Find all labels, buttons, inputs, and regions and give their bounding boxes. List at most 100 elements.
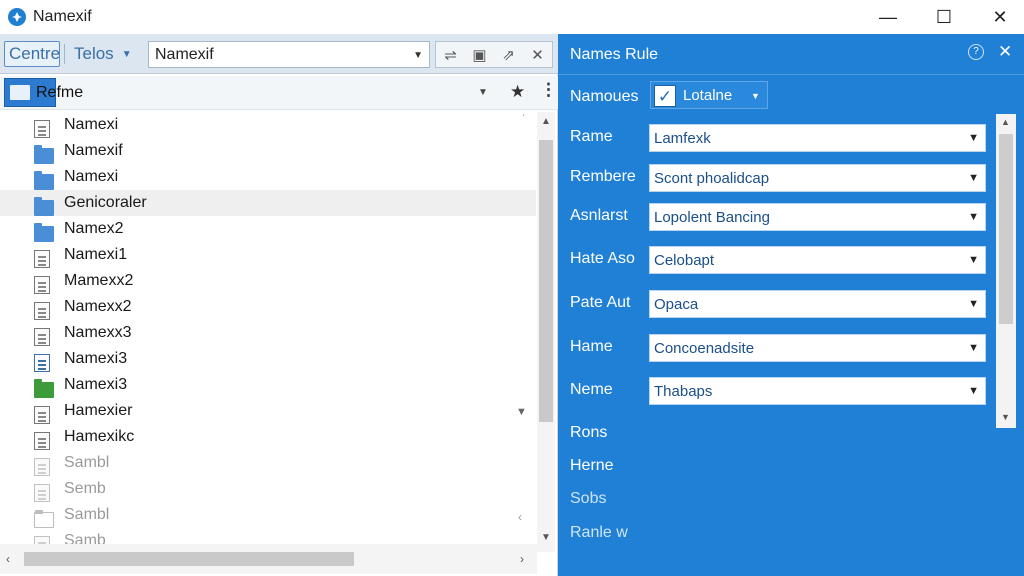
rule-field-label: Asnlarst <box>570 207 628 224</box>
file-name: Mamexx2 <box>64 272 134 289</box>
file-list: Namexi Namexif Namexi Genicoraler Namex2 Name… <box>0 112 536 552</box>
namoues-label: Namoues <box>570 88 639 105</box>
rule-field-select[interactable]: Concoenadsite ▼ <box>649 334 986 362</box>
file-name: Namexi <box>64 116 119 133</box>
chevron-down-icon: ▼ <box>968 211 979 223</box>
file-name: Semb <box>64 480 106 497</box>
centre-button[interactable]: Centre <box>4 41 60 67</box>
document-icon <box>34 328 50 346</box>
file-browser-pane: Centre Telos ▼ Namexif ▼ ⇌ ▣ ⇗ ✕ Refme ▼… <box>0 34 558 576</box>
scroll-up-icon[interactable]: ▲ <box>1001 117 1010 127</box>
file-name: Namexi1 <box>64 246 128 263</box>
file-list-item[interactable]: Namexi <box>0 112 536 138</box>
file-list-item[interactable]: Genicoraler <box>0 190 536 216</box>
file-list-item[interactable]: Sambl <box>0 502 536 528</box>
folder-header: Refme ▼ ★ ⋮ <box>0 76 558 110</box>
file-name: Namexi3 <box>64 376 128 393</box>
scroll-right-icon[interactable]: › <box>520 552 524 566</box>
file-list-item[interactable]: Sambl <box>0 450 536 476</box>
document-icon <box>34 406 50 424</box>
scrollbar-thumb[interactable] <box>539 140 553 422</box>
star-icon[interactable]: ★ <box>510 82 525 102</box>
file-list-item[interactable]: Namexi1 <box>0 242 536 268</box>
namoues-checkbox[interactable]: ✓ <box>654 85 676 107</box>
minimize-button[interactable]: — <box>860 0 916 34</box>
rule-field-label: Hame <box>570 338 613 355</box>
browser-toolbar: Centre Telos ▼ Namexif ▼ ⇌ ▣ ⇗ ✕ <box>0 34 558 74</box>
file-list-item[interactable]: Namexif <box>0 138 536 164</box>
telos-menu-button[interactable]: Telos ▼ <box>74 41 138 67</box>
file-list-item[interactable]: Namexi <box>0 164 536 190</box>
scroll-down-icon[interactable]: ▼ <box>541 532 551 543</box>
rule-field-label: Rame <box>570 128 613 145</box>
file-list-vertical-scrollbar[interactable]: ▲ ▼ <box>537 112 555 552</box>
scroll-down-icon[interactable]: ▼ <box>1001 412 1010 422</box>
rule-field-value: Opaca <box>654 296 699 313</box>
help-icon[interactable]: ? <box>968 44 984 60</box>
file-name: Namexi3 <box>64 350 128 367</box>
chevron-down-icon[interactable]: ▼ <box>516 406 527 418</box>
scroll-up-icon[interactable]: ▲ <box>541 116 551 127</box>
rule-field-select[interactable]: Scont phoalidcap ▼ <box>649 164 986 192</box>
scroll-left-icon[interactable]: ‹ <box>6 552 10 566</box>
file-name: Namexx3 <box>64 324 132 341</box>
chevron-down-icon: ▼ <box>968 342 979 354</box>
path-combobox[interactable]: Namexif ▼ <box>148 41 430 68</box>
panel-divider <box>558 74 1024 75</box>
file-name: Sambl <box>64 454 110 471</box>
close-icon[interactable]: ✕ <box>523 46 552 64</box>
current-folder-label: Refme <box>36 84 84 101</box>
file-name: Hamexikc <box>64 428 135 445</box>
rule-panel-scrollbar[interactable]: ▲ ▼ <box>996 114 1016 428</box>
sort-icon[interactable]: ⇌ <box>436 46 465 64</box>
rule-field-select[interactable]: Thabaps ▼ <box>649 377 986 405</box>
file-list-item[interactable]: Namexx2 <box>0 294 536 320</box>
chevron-down-icon: ▼ <box>968 298 979 310</box>
rule-field-select[interactable]: Celobapt ▼ <box>649 246 986 274</box>
chevron-down-icon[interactable]: ▼ <box>478 87 488 98</box>
namoues-dropdown[interactable]: ✓ Lotalne ▼ <box>650 81 768 109</box>
rule-field-label: Hate Aso <box>570 250 635 267</box>
document-icon <box>34 354 50 372</box>
chevron-down-icon: ▼ <box>968 132 979 144</box>
folder-icon <box>34 144 54 164</box>
folder-icon <box>34 196 54 216</box>
file-list-item[interactable]: Namexi3 <box>0 346 536 372</box>
file-list-item[interactable]: Namexx3 <box>0 320 536 346</box>
file-list-item[interactable]: Semb <box>0 476 536 502</box>
more-options-icon[interactable]: ⋮ <box>540 80 557 100</box>
rons-label: Rons <box>570 424 608 441</box>
share-icon[interactable]: ⇗ <box>494 46 523 64</box>
folder-icon <box>10 85 30 100</box>
file-list-item[interactable]: Hamexikc <box>0 424 536 450</box>
file-list-item[interactable]: Mamexx2 <box>0 268 536 294</box>
file-name: Namex2 <box>64 220 124 237</box>
rule-field-value: Lamfexk <box>654 130 711 147</box>
telos-label: Telos <box>74 44 114 63</box>
view-icon[interactable]: ▣ <box>465 46 494 64</box>
rule-field-select[interactable]: Lopolent Bancing ▼ <box>649 203 986 231</box>
rule-field-value: Thabaps <box>654 383 713 400</box>
ranle-label: Ranle w <box>570 524 628 541</box>
file-list-horizontal-scrollbar[interactable]: ‹ › <box>0 544 537 574</box>
title-bar: Namexif — ☐ ✕ <box>0 0 1024 34</box>
file-list-item[interactable]: Hamexier <box>0 398 536 424</box>
file-name: Hamexier <box>64 402 133 419</box>
file-list-item[interactable]: Namex2 <box>0 216 536 242</box>
close-panel-icon[interactable]: ✕ <box>998 42 1012 62</box>
maximize-button[interactable]: ☐ <box>916 0 972 34</box>
scrollbar-thumb[interactable] <box>24 552 354 566</box>
path-value: Namexif <box>155 45 214 63</box>
chevron-down-icon: ▼ <box>413 50 423 61</box>
document-icon <box>34 302 50 320</box>
rule-field-label: Rembere <box>570 168 636 185</box>
chevron-left-icon[interactable]: ‹ <box>518 510 522 524</box>
file-list-item[interactable]: Namexi3 <box>0 372 536 398</box>
rule-field-select[interactable]: Opaca ▼ <box>649 290 986 318</box>
rule-field-select[interactable]: Lamfexk ▼ <box>649 124 986 152</box>
scrollbar-thumb[interactable] <box>999 134 1013 324</box>
folder-icon <box>34 378 54 398</box>
close-window-button[interactable]: ✕ <box>972 0 1024 34</box>
namoues-option: Lotalne <box>683 87 733 104</box>
file-name: Namexif <box>64 142 123 159</box>
